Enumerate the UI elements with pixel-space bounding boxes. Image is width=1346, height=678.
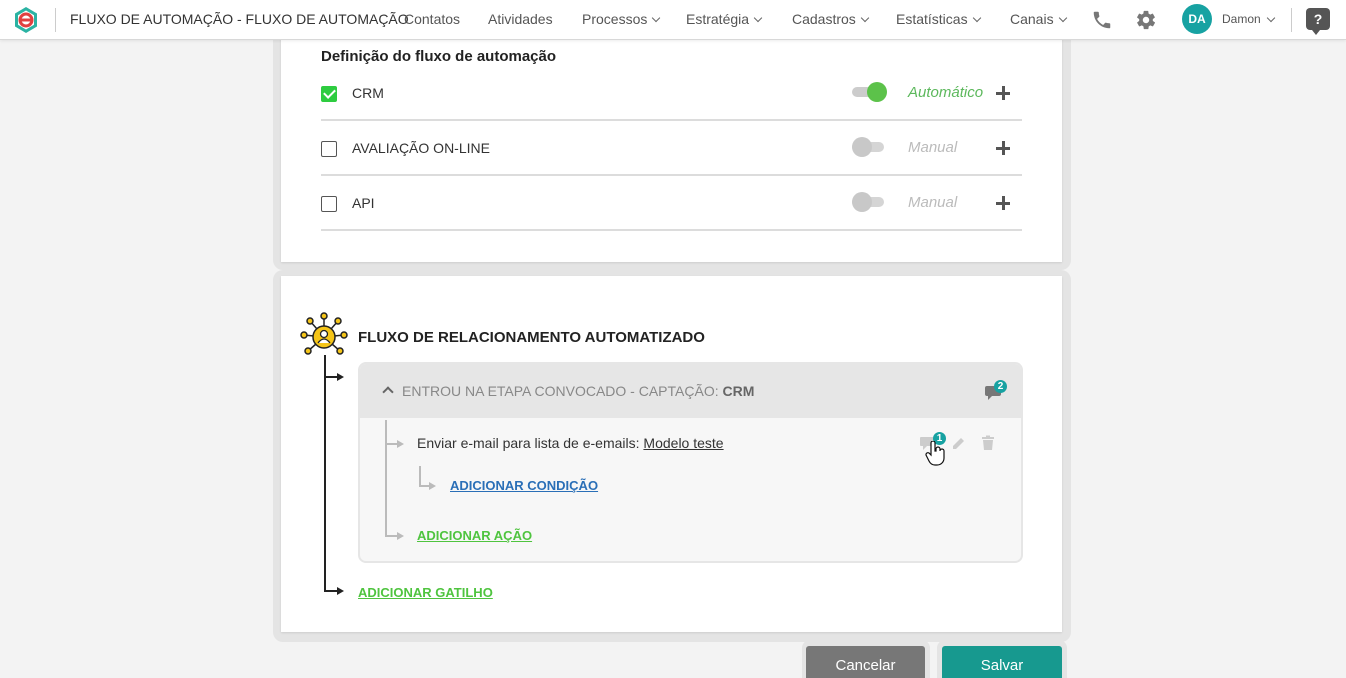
- mode-label: Manual: [908, 139, 958, 156]
- flow-title: FLUXO DE RELACIONAMENTO AUTOMATIZADO: [358, 329, 705, 346]
- definition-row-crm: CRM Automático: [321, 67, 1022, 121]
- arrow-icon: [337, 587, 344, 595]
- arrow-icon: [397, 532, 404, 540]
- chevron-down-icon: [860, 13, 870, 23]
- chevron-down-icon[interactable]: [1266, 13, 1276, 23]
- phone-icon[interactable]: [1091, 9, 1113, 31]
- arrow-icon: [397, 440, 404, 448]
- gear-icon[interactable]: [1135, 9, 1157, 31]
- arrow-icon: [337, 373, 344, 381]
- row-label: AVALIAÇÃO ON-LINE: [352, 140, 490, 156]
- add-trigger-link[interactable]: ADICIONAR GATILHO: [358, 585, 493, 600]
- row-label: API: [352, 195, 375, 211]
- chevron-down-icon: [1058, 13, 1067, 23]
- hand-cursor-icon: [925, 441, 945, 466]
- nav-cadastros[interactable]: Cadastros: [792, 11, 870, 27]
- definition-title: Definição do fluxo de automação: [321, 48, 557, 65]
- user-name[interactable]: Damon: [1222, 12, 1261, 26]
- definition-row-avaliacao: AVALIAÇÃO ON-LINE Manual: [321, 122, 1022, 176]
- action-connector: [385, 420, 387, 536]
- crm-checkbox[interactable]: [321, 86, 337, 102]
- email-template-link[interactable]: Modelo teste: [643, 435, 723, 451]
- trigger-header[interactable]: ENTROU NA ETAPA CONVOCADO - CAPTAÇÃO: CR…: [360, 364, 1021, 418]
- flow-connector: [324, 590, 338, 592]
- page-title: FLUXO DE AUTOMAÇÃO - FLUXO DE AUTOMAÇÃO: [70, 11, 409, 27]
- action-label: Enviar e-mail para lista de e-emails: Mo…: [417, 435, 724, 451]
- definition-row-api: API Manual: [321, 177, 1022, 231]
- nav-estrategia[interactable]: Estratégia: [686, 11, 763, 27]
- action-connector: [385, 535, 397, 537]
- trigger-label: ENTROU NA ETAPA CONVOCADO - CAPTAÇÃO: CR…: [402, 383, 755, 399]
- flow-connector: [324, 376, 338, 378]
- nav-atividades[interactable]: Atividades: [488, 11, 553, 27]
- add-action-link[interactable]: ADICIONAR AÇÃO: [417, 528, 532, 543]
- trash-icon[interactable]: [980, 435, 996, 451]
- row-label: CRM: [352, 85, 384, 101]
- save-button[interactable]: Salvar: [942, 646, 1062, 678]
- mode-label: Manual: [908, 194, 958, 211]
- action-connector: [385, 443, 397, 445]
- crm-mode-toggle[interactable]: [852, 82, 887, 102]
- edit-icon[interactable]: [951, 435, 967, 451]
- nav-estatisticas[interactable]: Estatísticas: [896, 11, 981, 27]
- chevron-down-icon: [652, 13, 661, 23]
- collapse-icon[interactable]: [382, 386, 394, 398]
- chevron-down-icon: [753, 13, 763, 23]
- flow-connector: [324, 355, 326, 591]
- condition-connector: [419, 466, 421, 486]
- plus-icon[interactable]: [996, 196, 1010, 210]
- avatar[interactable]: DA: [1182, 4, 1212, 34]
- top-navbar: FLUXO DE AUTOMAÇÃO - FLUXO DE AUTOMAÇÃO …: [0, 0, 1346, 40]
- avaliacao-mode-toggle[interactable]: [852, 137, 887, 157]
- api-mode-toggle[interactable]: [852, 192, 887, 212]
- divider: [1291, 8, 1292, 32]
- arrow-icon: [429, 482, 436, 490]
- api-checkbox[interactable]: [321, 196, 337, 212]
- plus-icon[interactable]: [996, 141, 1010, 155]
- divider: [55, 8, 56, 32]
- comments-badge: 2: [994, 380, 1007, 393]
- cancel-button[interactable]: Cancelar: [806, 646, 925, 678]
- nav-canais[interactable]: Canais: [1010, 11, 1067, 27]
- condition-connector: [419, 485, 429, 487]
- chevron-down-icon: [972, 13, 981, 23]
- plus-icon[interactable]: [996, 86, 1010, 100]
- logo-icon[interactable]: [12, 6, 40, 34]
- nav-processos[interactable]: Processos: [582, 11, 661, 27]
- nav-contatos[interactable]: Contatos: [404, 11, 460, 27]
- help-icon[interactable]: ?: [1306, 8, 1330, 35]
- add-condition-link[interactable]: ADICIONAR CONDIÇÃO: [450, 478, 598, 493]
- mode-label: Automático: [908, 84, 984, 101]
- avaliacao-checkbox[interactable]: [321, 141, 337, 157]
